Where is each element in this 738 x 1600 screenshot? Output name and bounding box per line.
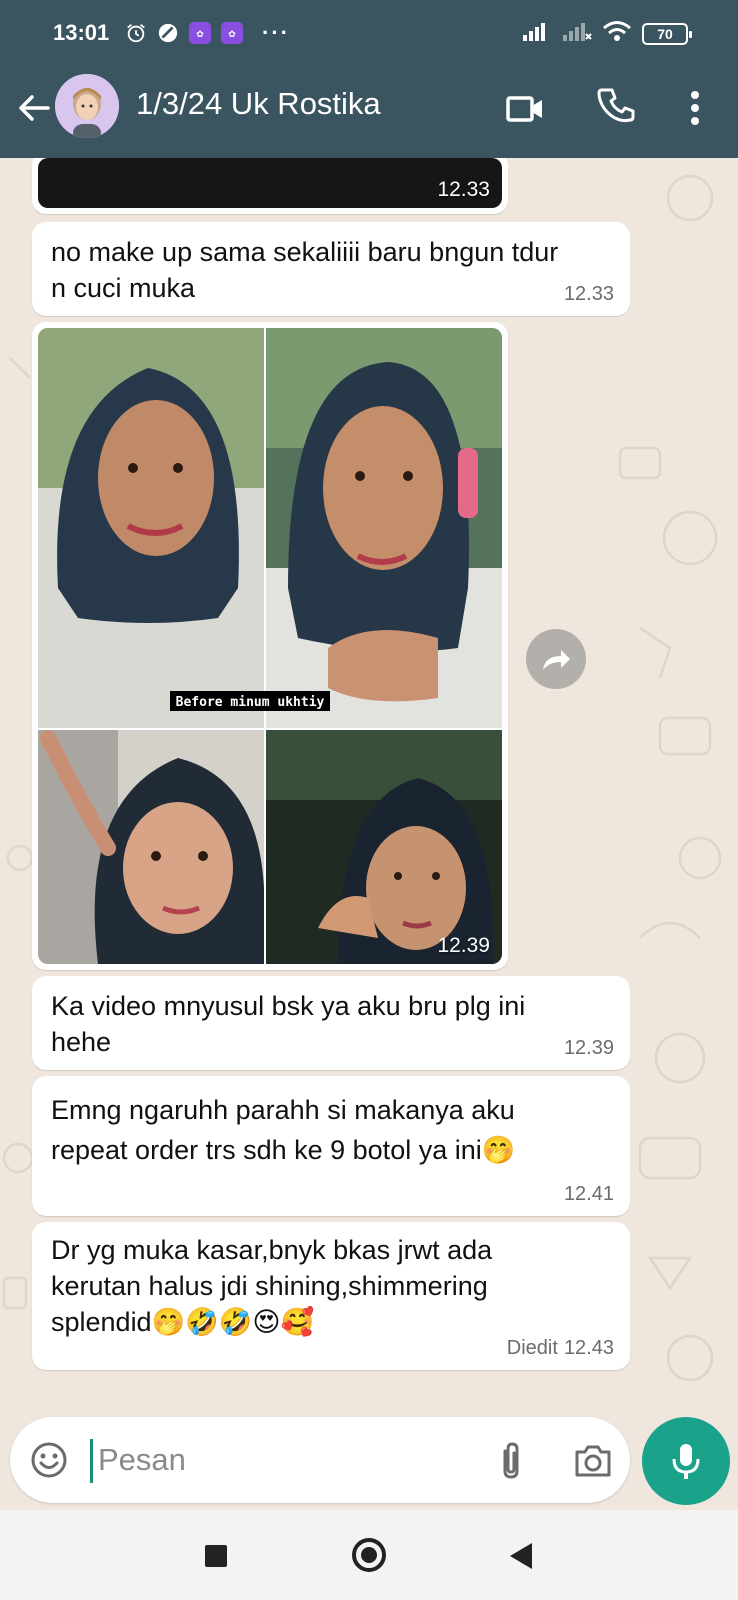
- alarm-icon: [124, 21, 148, 45]
- status-time: 13:01: [53, 20, 110, 45]
- message-text: Emng ngaruhh parahh si makanya aku repea…: [51, 1095, 516, 1165]
- message-text: Dr yg muka kasar,bnyk bkas jrwt ada keru…: [51, 1235, 493, 1337]
- photo-4: [266, 730, 502, 964]
- collage-caption: Before minum ukhtiy: [176, 695, 325, 710]
- svg-text:✿: ✿: [228, 30, 236, 40]
- camera-icon[interactable]: [573, 1443, 613, 1484]
- photo-3: [38, 730, 264, 964]
- status-system-icons: 70: [522, 20, 692, 47]
- text-message[interactable]: Dr yg muka kasar,bnyk bkas jrwt ada keru…: [32, 1222, 630, 1370]
- chat-header: 1/3/24 Uk Rostika: [0, 64, 738, 158]
- app-notification-icon: ✿: [188, 21, 212, 45]
- message-input[interactable]: Pesan: [98, 1442, 186, 1478]
- app-notification-icon: ✿: [220, 21, 244, 45]
- phone-icon[interactable]: [597, 86, 637, 131]
- photo-collage[interactable]: Before minum ukhtiy: [38, 328, 502, 964]
- text-cursor: [90, 1439, 93, 1483]
- message-time: 12.41: [563, 1183, 614, 1205]
- message-time: 12.43: [563, 1337, 614, 1359]
- message-time: 12.33: [437, 178, 490, 201]
- svg-text:✿: ✿: [196, 30, 204, 40]
- image-thumbnail[interactable]: [38, 158, 502, 208]
- emoji-icon[interactable]: [30, 1441, 68, 1484]
- back-icon[interactable]: [510, 1543, 532, 1569]
- text-message[interactable]: Ka video mnyusul bsk ya aku bru plg ini …: [32, 976, 630, 1070]
- status-notification-icons: ✿ ✿ ···: [124, 20, 290, 46]
- message-time: 12.39: [563, 1037, 614, 1059]
- message-time: 12.33: [563, 283, 614, 305]
- edited-label: Diedit: [506, 1337, 558, 1359]
- video-call-icon[interactable]: [506, 89, 546, 134]
- avatar[interactable]: [55, 74, 119, 138]
- image-collage-message[interactable]: Before minum ukhtiy 12.39: [32, 322, 508, 970]
- status-bar: 13:01 ✿ ✿ ··· 70: [0, 0, 738, 64]
- recents-icon[interactable]: [205, 1545, 227, 1567]
- image-message[interactable]: 12.33: [32, 158, 508, 214]
- message-meta: Diedit 12.43: [507, 1337, 614, 1360]
- text-message[interactable]: Emng ngaruhh parahh si makanya aku repea…: [32, 1076, 630, 1216]
- wifi-icon: [602, 20, 632, 47]
- system-nav-bar: [0, 1510, 738, 1600]
- battery-icon: 70: [642, 22, 692, 45]
- more-notifications-icon: ···: [262, 20, 290, 45]
- do-not-disturb-icon: [156, 21, 180, 45]
- message-text: no make up sama sekaliiii baru bngun tdu…: [51, 237, 559, 303]
- text-message[interactable]: no make up sama sekaliiii baru bngun tdu…: [32, 222, 630, 316]
- home-icon[interactable]: [352, 1538, 386, 1572]
- photo-1: [38, 328, 264, 728]
- message-text: Ka video mnyusul bsk ya aku bru plg ini …: [51, 991, 526, 1057]
- signal-icon: [522, 20, 552, 47]
- forward-icon[interactable]: [526, 629, 586, 689]
- mic-button[interactable]: [642, 1417, 730, 1505]
- message-input-bar: Pesan: [10, 1417, 630, 1503]
- more-vert-icon[interactable]: [688, 88, 702, 133]
- message-time: 12.39: [437, 934, 490, 957]
- arrow-left-icon[interactable]: [14, 88, 54, 128]
- signal-icon: [562, 20, 592, 47]
- chat-title[interactable]: 1/3/24 Uk Rostika: [136, 86, 381, 122]
- chat-area[interactable]: 12.33 no make up sama sekaliiii baru bng…: [0, 158, 738, 1510]
- paperclip-icon[interactable]: [498, 1441, 524, 1486]
- photo-2: [266, 328, 502, 728]
- mic-icon: [672, 1444, 700, 1479]
